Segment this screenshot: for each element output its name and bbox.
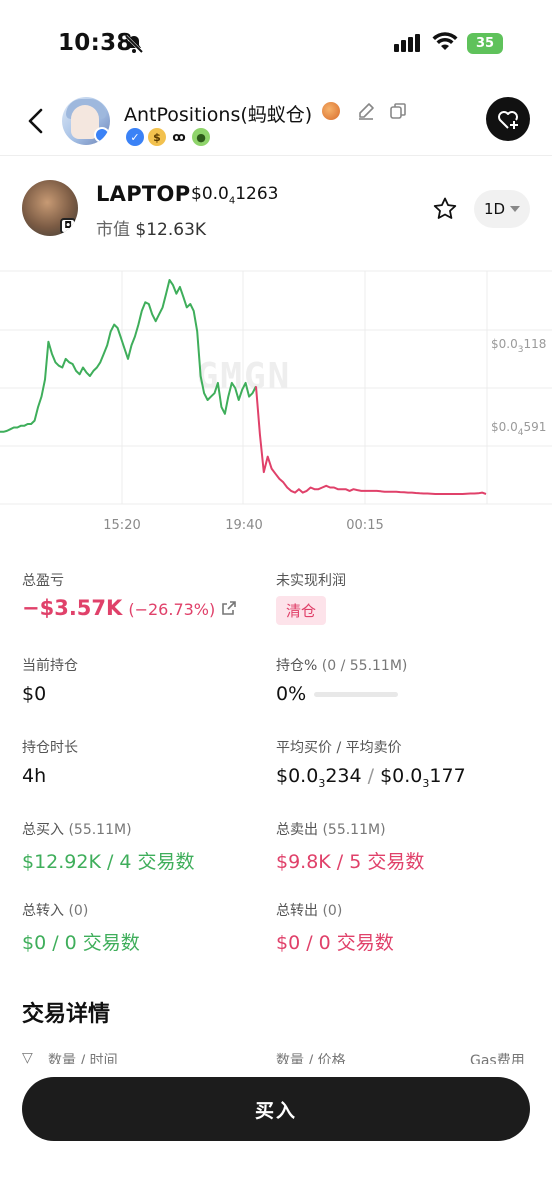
market-cap: 市值 $12.63K bbox=[96, 220, 207, 240]
token-info: ◘ LAPTOP $0.041263 市值 $12.63K 1D bbox=[0, 170, 552, 250]
total-sell-sub: (55.11M) bbox=[322, 822, 386, 838]
col-qty-time[interactable]: 数量 / 时间 bbox=[48, 1050, 118, 1064]
copy-icon[interactable] bbox=[388, 101, 408, 125]
buy-button[interactable]: 买入 bbox=[22, 1077, 530, 1141]
total-sell: 总卖出 (55.11M) $9.8K / 5 交易数 bbox=[276, 819, 424, 874]
holding-pct-sub: (0 / 55.11M) bbox=[321, 658, 408, 674]
battery-icon: 35 bbox=[467, 33, 503, 54]
gmgn-watermark: GMGN bbox=[197, 356, 292, 397]
transfer-out-label: 总转出 bbox=[276, 903, 318, 919]
token-price: $0.041263 bbox=[191, 184, 279, 207]
heart-plus-icon bbox=[498, 111, 518, 129]
bell-muted-icon bbox=[124, 34, 144, 58]
holding-pct-label: 持仓% bbox=[276, 658, 318, 674]
emoji-badge-icon bbox=[322, 102, 340, 120]
avg-price-value: $0.03234 / $0.03177 bbox=[276, 765, 466, 790]
y-axis-label-upper: $0.03118 bbox=[491, 337, 546, 355]
avg-price-label: 平均买价 / 平均卖价 bbox=[276, 740, 402, 756]
verified-dot-icon bbox=[94, 127, 110, 143]
total-pnl: 总盈亏 −$3.57K (−26.73%) bbox=[22, 570, 237, 621]
average-price: 平均买价 / 平均卖价 $0.03234 / $0.03177 bbox=[276, 737, 466, 790]
wifi-icon bbox=[432, 32, 458, 56]
holding-value: $0 bbox=[22, 683, 47, 705]
total-pnl-label: 总盈亏 bbox=[22, 573, 64, 589]
closed-position-tag: 清仓 bbox=[276, 596, 327, 625]
unrealized-profit: 未实现利润 清仓 bbox=[276, 570, 346, 625]
x-axis-label: 00:15 bbox=[346, 518, 383, 533]
y-axis-label-lower: $0.04591 bbox=[491, 420, 546, 438]
transfer-out-sub: (0) bbox=[322, 903, 343, 919]
status-bar: 10:38 35 bbox=[0, 0, 552, 90]
badge-row: ✓ $ ꝏ ● bbox=[126, 128, 210, 146]
glasses-icon: ꝏ bbox=[170, 128, 188, 146]
cellular-signal-icon bbox=[394, 34, 422, 56]
current-holding: 当前持仓 $0 bbox=[22, 655, 78, 705]
frog-icon: ● bbox=[192, 128, 210, 146]
trade-details-title: 交易详情 bbox=[22, 1002, 111, 1027]
duration-label: 持仓时长 bbox=[22, 740, 78, 756]
price-line-down bbox=[255, 386, 487, 495]
price-chart[interactable]: GMGN $0.03118 $0.04591 15:20 19:40 00:15 bbox=[0, 262, 552, 542]
period-selector[interactable]: 1D bbox=[474, 190, 530, 228]
holding-label: 当前持仓 bbox=[22, 658, 78, 674]
col-qty-price[interactable]: 数量 / 价格 bbox=[276, 1050, 346, 1064]
platform-icon: ◘ bbox=[60, 218, 76, 234]
verified-icon: ✓ bbox=[126, 128, 144, 146]
unrealized-label: 未实现利润 bbox=[276, 573, 346, 589]
holding-progress-bar bbox=[314, 692, 399, 697]
price-chart-svg: GMGN $0.03118 $0.04591 15:20 19:40 00:15 bbox=[0, 270, 552, 533]
share-icon[interactable] bbox=[221, 599, 237, 621]
total-pnl-value: −$3.57K bbox=[22, 596, 123, 620]
x-axis-label: 19:40 bbox=[225, 518, 262, 533]
total-pnl-percent: (−26.73%) bbox=[128, 600, 216, 619]
total-buy-value: $12.92K / 4 交易数 bbox=[22, 851, 195, 873]
total-sell-label: 总卖出 bbox=[276, 822, 318, 838]
money-bag-icon: $ bbox=[148, 128, 166, 146]
total-sell-value: $9.8K / 5 交易数 bbox=[276, 851, 425, 873]
status-time: 10:38 bbox=[58, 30, 133, 56]
transfer-in-label: 总转入 bbox=[22, 903, 64, 919]
token-avatar[interactable]: ◘ bbox=[22, 180, 78, 236]
filter-icon[interactable]: ▽ bbox=[22, 1050, 33, 1064]
total-buy-sub: (55.11M) bbox=[68, 822, 132, 838]
trade-table-header: ▽ 数量 / 时间 数量 / 价格 Gas费用 bbox=[22, 1050, 532, 1064]
profile-name: AntPositions(蚂蚁仓) bbox=[124, 104, 313, 126]
avatar[interactable] bbox=[62, 97, 110, 145]
profile-header: AntPositions(蚂蚁仓) ✓ $ ꝏ ● bbox=[0, 90, 552, 156]
total-buy-label: 总买入 bbox=[22, 822, 64, 838]
holding-percent: 持仓% (0 / 55.11M) 0% bbox=[276, 655, 407, 705]
token-name: LAPTOP bbox=[96, 182, 191, 206]
back-arrow-icon[interactable] bbox=[24, 106, 48, 136]
star-icon[interactable] bbox=[432, 196, 458, 226]
transfer-out-value: $0 / 0 交易数 bbox=[276, 932, 394, 954]
total-transfer-out: 总转出 (0) $0 / 0 交易数 bbox=[276, 900, 394, 955]
transfer-in-sub: (0) bbox=[68, 903, 89, 919]
period-label: 1D bbox=[483, 200, 506, 218]
total-buy: 总买入 (55.11M) $12.92K / 4 交易数 bbox=[22, 819, 195, 874]
edit-icon[interactable] bbox=[356, 101, 376, 125]
holding-pct-value: 0% bbox=[276, 683, 307, 705]
chevron-down-icon bbox=[510, 206, 521, 212]
col-gas-fee: Gas费用 bbox=[470, 1053, 525, 1064]
transfer-in-value: $0 / 0 交易数 bbox=[22, 932, 140, 954]
duration-value: 4h bbox=[22, 765, 47, 787]
holding-duration: 持仓时长 4h bbox=[22, 737, 78, 787]
follow-button[interactable] bbox=[486, 97, 530, 141]
total-transfer-in: 总转入 (0) $0 / 0 交易数 bbox=[22, 900, 140, 955]
x-axis-label: 15:20 bbox=[103, 518, 140, 533]
